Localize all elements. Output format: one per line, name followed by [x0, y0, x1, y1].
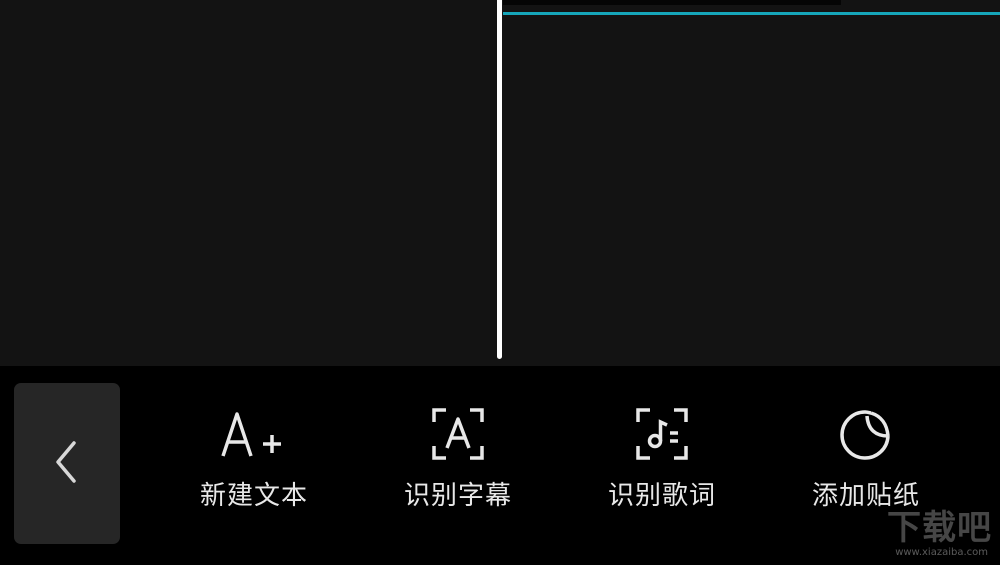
recognize-lyrics-label: 识别歌词 [607, 481, 716, 511]
add-sticker-label: 添加贴纸 [811, 481, 920, 511]
recognize-lyrics-icon [627, 404, 697, 464]
add-sticker-button[interactable]: 添加贴纸 [781, 404, 951, 524]
track-clip-edge [503, 0, 841, 5]
recognize-subtitle-button[interactable]: 识别字幕 [373, 404, 543, 524]
sticker-icon [831, 404, 901, 464]
editor-screen: 新建文本 识别字幕 识别歌词 添加贴纸 下载吧 www.xiazaiba.com [0, 0, 1000, 565]
timeline-area[interactable] [0, 0, 1000, 366]
chevron-left-icon [52, 437, 82, 491]
text-add-icon [219, 404, 289, 464]
back-button[interactable] [14, 383, 120, 544]
new-text-button[interactable]: 新建文本 [169, 404, 339, 524]
bottom-toolbar: 新建文本 识别字幕 识别歌词 添加贴纸 [0, 366, 1000, 565]
new-text-label: 新建文本 [199, 481, 308, 511]
text-track-line[interactable] [503, 12, 1000, 15]
playhead[interactable] [497, 0, 502, 359]
recognize-subtitle-icon [423, 404, 493, 464]
recognize-lyrics-button[interactable]: 识别歌词 [577, 404, 747, 524]
recognize-subtitle-label: 识别字幕 [403, 481, 512, 511]
